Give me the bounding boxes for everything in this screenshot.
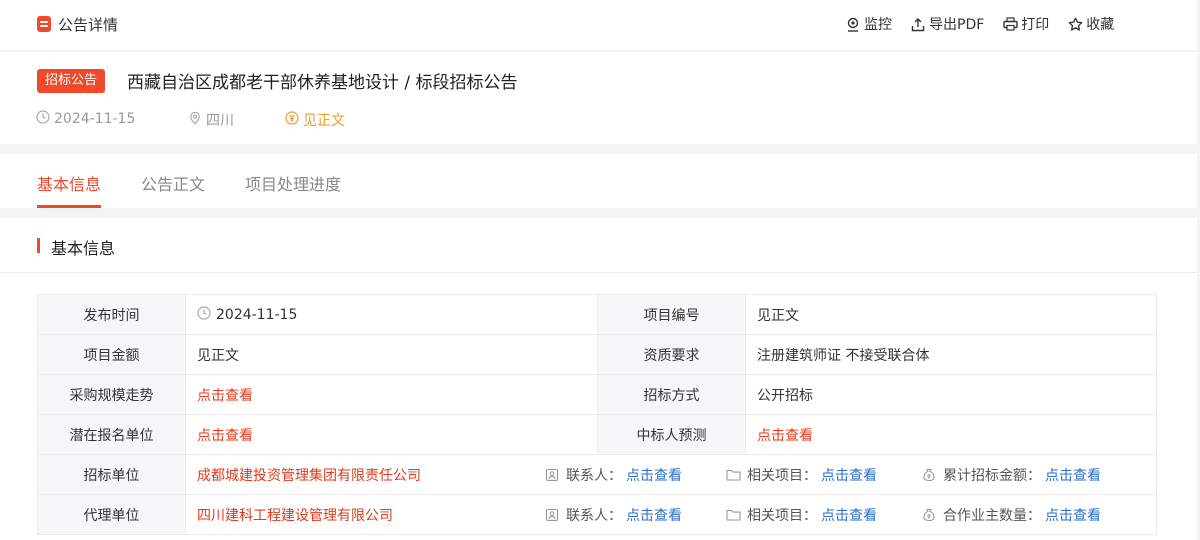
agent-contact-label: 联系人： bbox=[566, 507, 622, 524]
star-icon bbox=[1067, 16, 1083, 32]
agent-label: 代理单位 bbox=[37, 494, 186, 535]
tenderer-cell: 成都城建投资管理集团有限责任公司 联系人： 点击查看 相关项目： 点击查看 累计… bbox=[185, 454, 1157, 495]
tenderer-related-link[interactable]: 点击查看 bbox=[821, 465, 877, 485]
document-icon bbox=[37, 16, 51, 32]
tenderer-related: 相关项目： 点击查看 bbox=[725, 465, 921, 485]
winner-prediction-label: 中标人预测 bbox=[597, 414, 746, 455]
table-row: 项目金额 见正文 资质要求 注册建筑师证 不接受联合体 bbox=[37, 334, 1157, 375]
publish-time-label: 发布时间 bbox=[37, 294, 186, 335]
folder-icon bbox=[725, 507, 741, 523]
money-bag-icon bbox=[921, 507, 937, 523]
notice-amount: 见正文 bbox=[285, 110, 345, 130]
printer-icon bbox=[1002, 16, 1018, 32]
table-row: 采购规模走势 点击查看 招标方式 公开招标 bbox=[37, 374, 1157, 415]
notice-header: 招标公告 西藏自治区成都老干部休养基地设计 / 标段招标公告 2024-11-1… bbox=[0, 52, 1197, 144]
notice-amount-text: 见正文 bbox=[303, 113, 345, 129]
agent-partners: 合作业主数量： 点击查看 bbox=[921, 505, 1101, 525]
tab-notice-body[interactable]: 公告正文 bbox=[141, 171, 205, 195]
tab-project-progress[interactable]: 项目处理进度 bbox=[245, 171, 341, 195]
page-title: 公告详情 bbox=[58, 16, 119, 34]
notice-title: 西藏自治区成都老干部休养基地设计 / 标段招标公告 bbox=[127, 73, 518, 93]
agent-link[interactable]: 四川建科工程建设管理有限公司 bbox=[197, 505, 544, 525]
folder-icon bbox=[725, 467, 741, 483]
table-row: 代理单位 四川建科工程建设管理有限公司 联系人： 点击查看 相关项目： 点击查看… bbox=[37, 494, 1157, 535]
active-tab-indicator bbox=[37, 205, 101, 208]
tenderer-contact: 联系人： 点击查看 bbox=[544, 465, 725, 485]
clock-icon bbox=[36, 110, 50, 128]
notice-region: 四川 bbox=[188, 110, 234, 130]
export-pdf-label: 导出PDF bbox=[929, 17, 985, 33]
tenderer-total: 累计招标金额： 点击查看 bbox=[921, 465, 1101, 485]
notice-date-text: 2024-11-15 bbox=[54, 111, 136, 127]
agent-contact-link[interactable]: 点击查看 bbox=[626, 505, 682, 525]
section-title: 基本信息 bbox=[51, 239, 116, 258]
notice-region-text: 四川 bbox=[206, 113, 234, 129]
publish-time-cell: 2024-11-15 bbox=[185, 294, 598, 335]
potential-bidders-link[interactable]: 点击查看 bbox=[197, 428, 253, 444]
agent-related: 相关项目： 点击查看 bbox=[725, 505, 921, 525]
tenderer-label: 招标单位 bbox=[37, 454, 186, 495]
amount-value: 见正文 bbox=[185, 334, 598, 375]
agent-related-label: 相关项目： bbox=[747, 507, 817, 524]
table-row: 招标单位 成都城建投资管理集团有限责任公司 联系人： 点击查看 相关项目： 点击… bbox=[37, 454, 1157, 495]
table-row: 潜在报名单位 点击查看 中标人预测 点击查看 bbox=[37, 414, 1157, 455]
amount-label: 项目金额 bbox=[37, 334, 186, 375]
purchase-trend-link[interactable]: 点击查看 bbox=[197, 388, 253, 404]
export-icon bbox=[910, 16, 926, 32]
monitor-pin-icon bbox=[845, 16, 861, 32]
tenderer-related-label: 相关项目： bbox=[747, 467, 817, 484]
contact-card-icon bbox=[544, 467, 560, 483]
export-pdf-button[interactable]: 导出PDF bbox=[910, 14, 984, 34]
notice-date: 2024-11-15 bbox=[36, 110, 135, 128]
project-no-label: 项目编号 bbox=[597, 294, 746, 335]
tenderer-total-label: 累计招标金额： bbox=[943, 467, 1041, 484]
purchase-trend-label: 采购规模走势 bbox=[37, 374, 186, 415]
monitor-label: 监控 bbox=[864, 17, 892, 33]
agent-related-link[interactable]: 点击查看 bbox=[821, 505, 877, 525]
monitor-button[interactable]: 监控 bbox=[845, 14, 892, 34]
project-no-value: 见正文 bbox=[745, 294, 1157, 335]
tab-basic-info[interactable]: 基本信息 bbox=[37, 171, 101, 195]
section-header: 基本信息 bbox=[0, 218, 1197, 273]
tenderer-link[interactable]: 成都城建投资管理集团有限责任公司 bbox=[197, 465, 544, 485]
favorite-button[interactable]: 收藏 bbox=[1067, 14, 1114, 34]
location-pin-icon bbox=[188, 111, 202, 129]
action-toolbar: 监控 导出PDF 打印 收藏 bbox=[845, 14, 1114, 34]
top-bar: 公告详情 监控 导出PDF 打印 收藏 bbox=[0, 0, 1197, 51]
tender-method-value: 公开招标 bbox=[745, 374, 1157, 415]
tenderer-total-link[interactable]: 点击查看 bbox=[1045, 465, 1101, 485]
qualification-value: 注册建筑师证 不接受联合体 bbox=[745, 334, 1157, 375]
agent-cell: 四川建科工程建设管理有限公司 联系人： 点击查看 相关项目： 点击查看 合作业主… bbox=[185, 494, 1157, 535]
section-accent-bar bbox=[37, 238, 40, 253]
contact-card-icon bbox=[544, 507, 560, 523]
detail-tabs: 基本信息 公告正文 项目处理进度 bbox=[0, 154, 1197, 208]
basic-info-section: 基本信息 发布时间 2024-11-15 项目编号 见正文 项目金额 见正文 资… bbox=[0, 218, 1197, 540]
yuan-icon bbox=[285, 111, 299, 129]
agent-partners-label: 合作业主数量： bbox=[943, 507, 1041, 524]
notice-type-badge: 招标公告 bbox=[37, 69, 106, 93]
tender-method-label: 招标方式 bbox=[597, 374, 746, 415]
print-button[interactable]: 打印 bbox=[1002, 14, 1049, 34]
favorite-label: 收藏 bbox=[1086, 17, 1115, 33]
qualification-label: 资质要求 bbox=[597, 334, 746, 375]
publish-time-value: 2024-11-15 bbox=[216, 306, 298, 323]
print-label: 打印 bbox=[1021, 17, 1050, 33]
tenderer-contact-link[interactable]: 点击查看 bbox=[626, 465, 682, 485]
money-bag-icon bbox=[921, 467, 937, 483]
tenderer-contact-label: 联系人： bbox=[566, 467, 622, 484]
winner-prediction-link[interactable]: 点击查看 bbox=[757, 428, 813, 444]
agent-contact: 联系人： 点击查看 bbox=[544, 505, 725, 525]
agent-partners-link[interactable]: 点击查看 bbox=[1045, 505, 1101, 525]
basic-info-table: 发布时间 2024-11-15 项目编号 见正文 项目金额 见正文 资质要求 注… bbox=[37, 294, 1157, 535]
clock-icon bbox=[197, 305, 211, 324]
table-row: 发布时间 2024-11-15 项目编号 见正文 bbox=[37, 294, 1157, 335]
potential-bidders-label: 潜在报名单位 bbox=[37, 414, 186, 455]
